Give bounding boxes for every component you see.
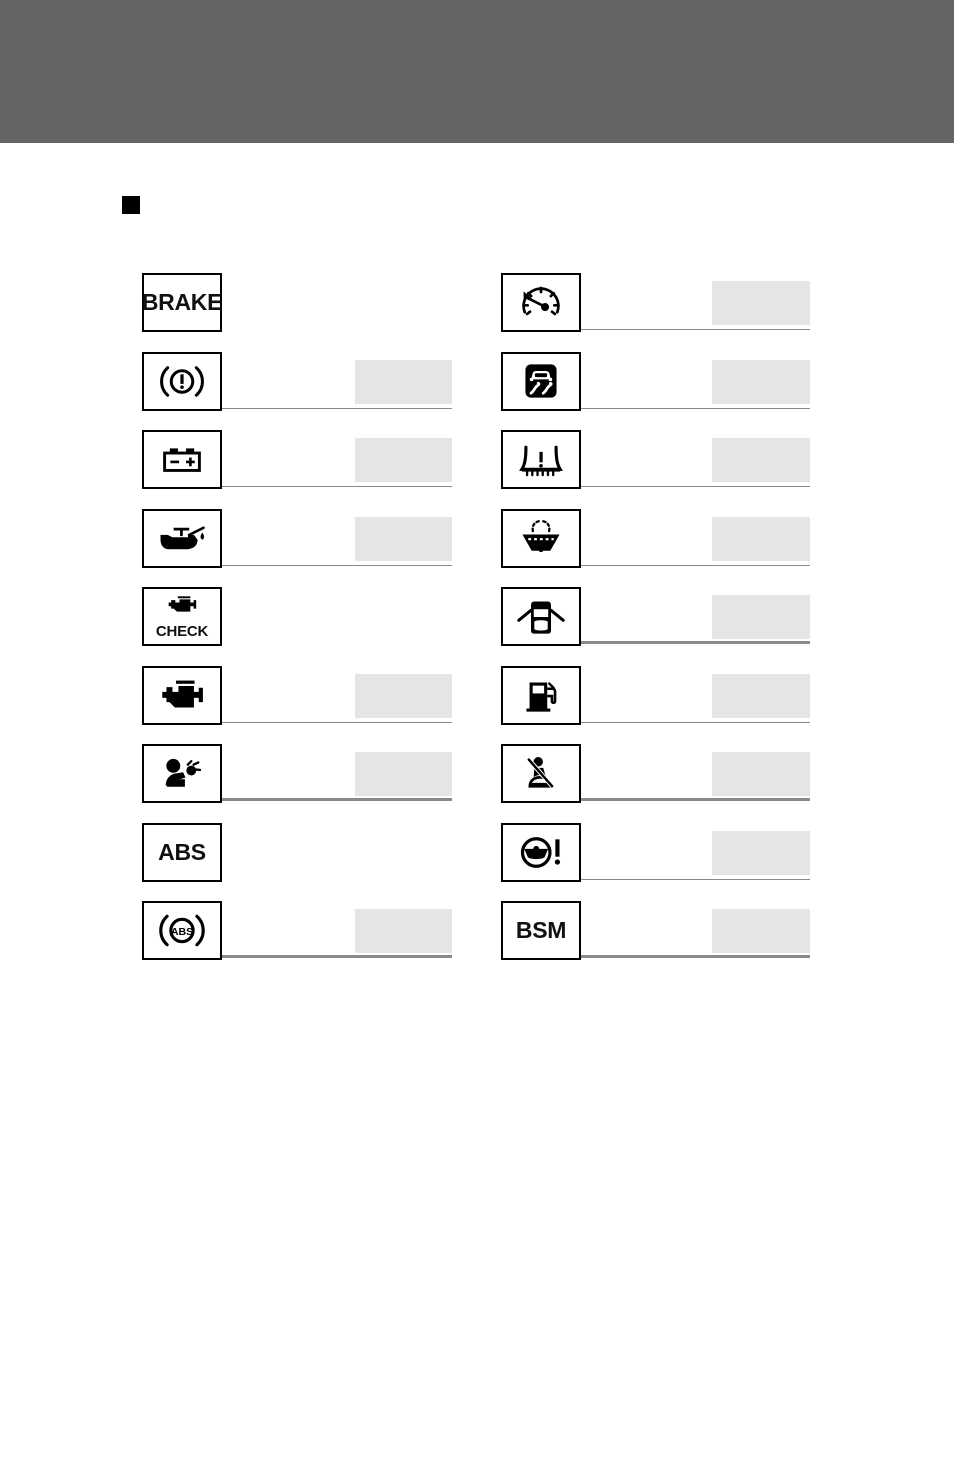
indicator-row <box>501 822 810 902</box>
power-steering-warning-indicator <box>501 822 581 882</box>
redacted-description-block <box>355 673 452 718</box>
filled-square-bullet-icon <box>122 196 140 214</box>
row-divider <box>222 798 452 801</box>
row-divider <box>581 486 810 487</box>
row-divider <box>581 564 810 566</box>
redacted-description-block <box>712 673 810 718</box>
indicator-icon-label: BSM <box>515 917 567 943</box>
bsm-text-indicator: BSM <box>501 901 581 960</box>
section-heading <box>122 196 150 214</box>
engine-block-icon <box>153 595 211 625</box>
row-divider <box>222 407 452 409</box>
low-oil-pressure-indicator <box>142 508 222 568</box>
brake-warning-circle-indicator <box>142 351 222 411</box>
washer-fluid-level-indicator <box>501 508 581 568</box>
redacted-description-block <box>712 281 810 325</box>
indicator-row <box>142 351 452 431</box>
indicator-icon-label: BRAKE <box>141 289 223 315</box>
redacted-description-block <box>712 595 810 639</box>
indicator-row <box>501 430 810 509</box>
row-divider <box>581 878 810 880</box>
indicator-row <box>142 508 452 588</box>
redacted-description-block <box>355 516 452 561</box>
redacted-description-block <box>355 438 452 482</box>
indicator-icon-label: CHECK <box>155 622 209 640</box>
indicator-row: ABS <box>142 822 452 902</box>
indicator-column-left: BRAKE CHECK ABS ABS <box>142 273 452 980</box>
indicator-column-right: BSM <box>501 273 810 980</box>
srs-airbag-indicator <box>142 744 222 803</box>
redacted-description-block <box>355 909 452 953</box>
indicator-row <box>501 744 810 823</box>
cruise-control-indicator <box>501 273 581 332</box>
seat-belt-reminder-indicator <box>501 744 581 803</box>
row-divider <box>581 798 810 801</box>
indicator-row <box>501 351 810 431</box>
redacted-description-block <box>712 438 810 482</box>
indicator-row: CHECK <box>142 587 452 666</box>
indicator-icon-label: ABS <box>158 838 206 865</box>
row-divider <box>581 329 810 330</box>
redacted-description-block <box>712 516 810 561</box>
page-header-band <box>0 0 954 143</box>
indicator-row: BRAKE <box>142 273 452 352</box>
indicator-row <box>142 744 452 823</box>
low-fuel-level-indicator <box>501 665 581 725</box>
malfunction-indicator-lamp <box>142 665 222 725</box>
door-ajar-indicator <box>501 587 581 646</box>
indicator-row <box>501 587 810 666</box>
indicator-row <box>142 665 452 745</box>
indicator-row <box>142 430 452 509</box>
brake-system-text-indicator: BRAKE <box>142 273 222 332</box>
row-divider <box>222 955 452 958</box>
svg-text:ABS: ABS <box>171 926 193 938</box>
redacted-description-block <box>712 752 810 796</box>
row-divider <box>581 407 810 409</box>
indicator-row <box>501 273 810 352</box>
check-engine-text-indicator: CHECK <box>142 587 222 646</box>
row-divider <box>222 486 452 487</box>
abs-circle-indicator: ABS <box>142 901 222 960</box>
indicator-row <box>501 508 810 588</box>
redacted-description-block <box>712 909 810 953</box>
redacted-description-block <box>712 830 810 875</box>
indicator-row: BSM <box>501 901 810 980</box>
row-divider <box>581 721 810 723</box>
indicator-row: ABS <box>142 901 452 980</box>
row-divider <box>222 564 452 566</box>
row-divider <box>581 641 810 644</box>
redacted-description-block <box>712 359 810 404</box>
row-divider <box>222 721 452 723</box>
battery-charge-indicator <box>142 430 222 489</box>
indicator-row <box>501 665 810 745</box>
vehicle-skid-control-indicator <box>501 351 581 411</box>
redacted-description-block <box>355 359 452 404</box>
abs-text-indicator: ABS <box>142 822 222 882</box>
redacted-description-block <box>355 752 452 796</box>
row-divider <box>581 955 810 958</box>
tire-pressure-warning-indicator <box>501 430 581 489</box>
